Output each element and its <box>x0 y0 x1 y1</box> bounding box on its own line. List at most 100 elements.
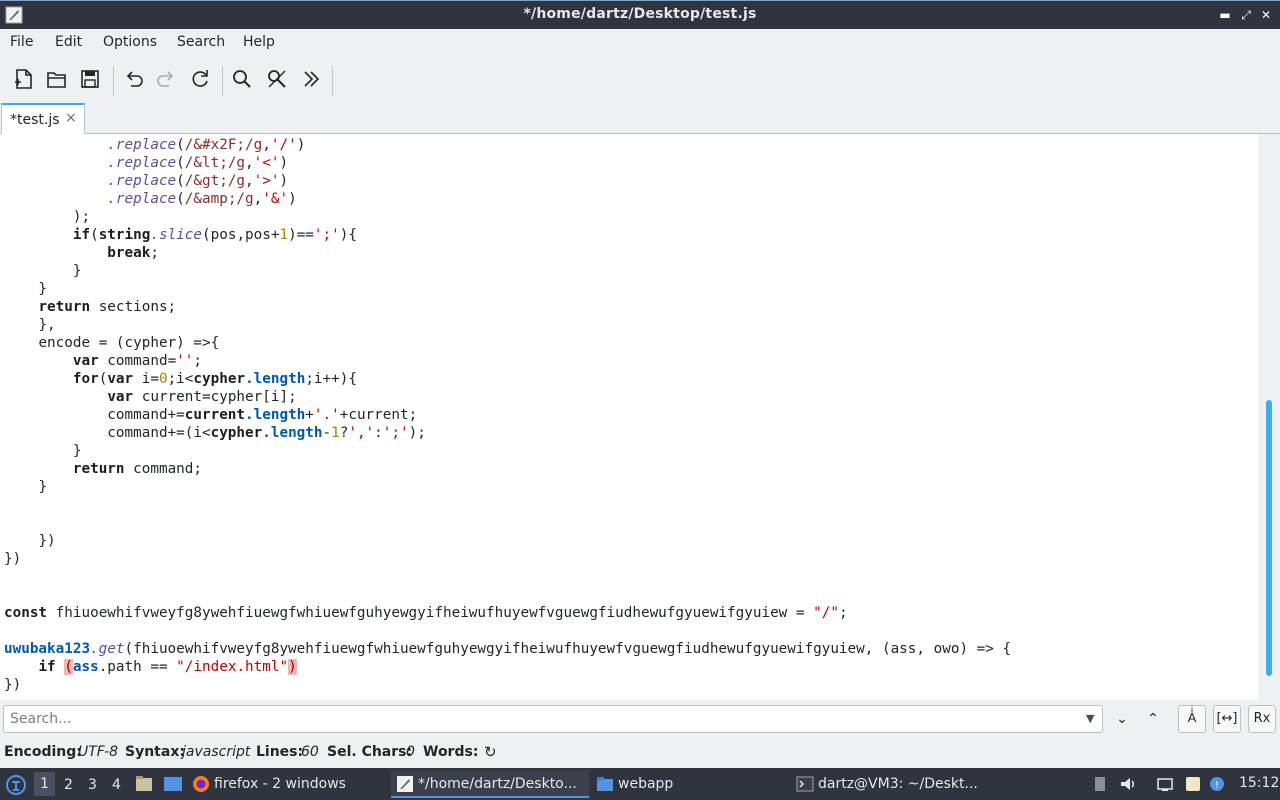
code-line[interactable]: var command=''; <box>4 352 1011 370</box>
find-next-icon[interactable]: ⌄ <box>1110 707 1134 731</box>
code-line[interactable]: .replace(/&lt;/g,'<') <box>4 154 1011 172</box>
tab-label: *test.js <box>10 112 60 128</box>
tab-test-js[interactable]: *test.js × <box>1 103 85 134</box>
workspace-4[interactable]: 4 <box>112 777 121 793</box>
code-line[interactable]: }) <box>4 676 1011 694</box>
replace-icon[interactable] <box>263 65 291 93</box>
minimize-icon[interactable]: ▬ <box>1217 7 1233 23</box>
redo-icon[interactable] <box>153 65 181 93</box>
svg-text:!: ! <box>1215 780 1219 791</box>
code-line[interactable]: if(string.slice(pos,pos+1)==';'){ <box>4 226 1011 244</box>
code-line[interactable]: } <box>4 442 1011 460</box>
menu-file[interactable]: File <box>10 34 33 50</box>
vertical-scrollbar[interactable] <box>1258 134 1280 700</box>
restore-icon[interactable]: ⤢ <box>1238 7 1254 23</box>
updates-tray-icon[interactable]: ! <box>1208 775 1226 793</box>
code-line[interactable]: }) <box>4 550 1011 568</box>
reload-icon[interactable] <box>186 65 214 93</box>
status-bar: Encoding: UTF-8 Syntax: javascript Lines… <box>0 738 1280 766</box>
terminal-icon <box>796 776 814 792</box>
task-label: dartz@VM3: ~/Deskt... <box>818 776 978 792</box>
code-line[interactable]: } <box>4 280 1011 298</box>
clock: 15:12 <box>1239 775 1280 791</box>
refresh-words-icon[interactable]: ↻ <box>484 743 497 761</box>
task-webapp[interactable]: webapp <box>596 770 786 798</box>
code-line[interactable]: .replace(/&#x2F;/g,'/') <box>4 136 1011 154</box>
regex-icon[interactable]: Rx <box>1248 705 1276 733</box>
code-line[interactable]: break; <box>4 244 1011 262</box>
network-icon[interactable] <box>1156 775 1174 793</box>
task-firefox[interactable]: firefox - 2 windows <box>192 770 382 798</box>
code-line[interactable]: encode = (cypher) =>{ <box>4 334 1011 352</box>
app-window: */home/dartz/Desktop/test.js ▬ ⤢ ✕ File … <box>0 0 1280 800</box>
undo-icon[interactable] <box>119 65 147 93</box>
task-terminal[interactable]: dartz@VM3: ~/Deskt... <box>796 770 986 798</box>
task-label: firefox - 2 windows <box>214 776 346 792</box>
code-line[interactable]: var current=cypher[i]; <box>4 388 1011 406</box>
window-title: */home/dartz/Desktop/test.js <box>523 6 757 22</box>
show-desktop-icon[interactable] <box>163 776 183 792</box>
workspace-3[interactable]: 3 <box>88 777 97 793</box>
clipboard-tray-icon[interactable] <box>1091 775 1109 793</box>
code-line[interactable]: } <box>4 262 1011 280</box>
selchars-value: 0 <box>406 744 415 760</box>
save-icon[interactable] <box>76 65 104 93</box>
task-label: */home/dartz/Deskto... <box>418 776 577 792</box>
menu-help[interactable]: Help <box>243 34 275 50</box>
code-line[interactable] <box>4 622 1011 640</box>
volume-icon[interactable] <box>1119 775 1137 793</box>
encoding-value: UTF-8 <box>78 744 119 760</box>
code-line[interactable]: .replace(/&amp;/g,'&') <box>4 190 1011 208</box>
selchars-label: Sel. Chars: <box>327 744 413 760</box>
find-previous-icon[interactable]: ⌃ <box>1141 707 1165 731</box>
new-file-icon[interactable] <box>9 65 37 93</box>
whole-word-icon[interactable]: [↔] <box>1213 705 1241 733</box>
toolbar-separator <box>332 66 333 96</box>
search-bar: ▼ ⌄ ⌃ A͏ͥ [↔] Rx <box>0 700 1280 738</box>
task-featherpad[interactable]: */home/dartz/Deskto... <box>391 770 589 798</box>
close-icon[interactable]: ✕ <box>1258 7 1274 23</box>
toolbar <box>0 57 1280 101</box>
open-file-icon[interactable] <box>43 65 71 93</box>
code-line[interactable]: }) <box>4 532 1011 550</box>
workspace-1[interactable]: 1 <box>34 772 55 796</box>
code-line[interactable]: return sections; <box>4 298 1011 316</box>
code-line[interactable]: }, <box>4 316 1011 334</box>
menu-edit[interactable]: Edit <box>55 34 82 50</box>
match-case-icon[interactable]: A͏ͥ <box>1178 705 1206 733</box>
code-line[interactable] <box>4 568 1011 586</box>
firefox-icon <box>193 776 209 792</box>
code-line[interactable]: command+=current.length+'.'+current; <box>4 406 1011 424</box>
code-line[interactable]: command+=(i<cypher.length-1?',':';'); <box>4 424 1011 442</box>
code-line[interactable] <box>4 586 1011 604</box>
code-line[interactable] <box>4 496 1011 514</box>
workspace-2[interactable]: 2 <box>64 777 73 793</box>
start-menu-icon[interactable] <box>5 774 27 796</box>
code-line[interactable]: return command; <box>4 460 1011 478</box>
code-line[interactable]: ); <box>4 208 1011 226</box>
menu-options[interactable]: Options <box>103 34 157 50</box>
code-text[interactable]: .replace(/&#x2F;/g,'/') .replace(/&lt;/g… <box>4 136 1011 694</box>
search-input[interactable] <box>3 705 1103 733</box>
code-line[interactable]: uwubaka123.get(fhiuoewhifvweyfg8ywehfiue… <box>4 640 1011 658</box>
tab-bar: *test.js × <box>0 101 1280 134</box>
code-line[interactable]: if (ass.path == "/index.html") <box>4 658 1011 676</box>
notes-tray-icon[interactable] <box>1184 775 1202 793</box>
code-line[interactable]: } <box>4 478 1011 496</box>
lines-label: Lines: <box>256 744 304 760</box>
menu-search[interactable]: Search <box>177 34 225 50</box>
folder-icon <box>597 777 613 791</box>
search-history-dropdown-icon[interactable]: ▼ <box>1086 712 1094 725</box>
code-line[interactable]: .replace(/&gt;/g,'>') <box>4 172 1011 190</box>
code-editor[interactable]: .replace(/&#x2F;/g,'/') .replace(/&lt;/g… <box>0 134 1258 700</box>
find-icon[interactable] <box>228 65 256 93</box>
code-line[interactable] <box>4 514 1011 532</box>
scrollbar-thumb[interactable] <box>1266 400 1272 676</box>
tab-close-icon[interactable]: × <box>65 110 77 126</box>
code-line[interactable]: const fhiuoewhifvweyfg8ywehfiuewgfwhiuew… <box>4 604 1011 622</box>
code-line[interactable]: for(var i=0;i<cypher.length;i++){ <box>4 370 1011 388</box>
task-label: webapp <box>618 776 674 792</box>
more-icon[interactable] <box>297 65 325 93</box>
file-manager-icon[interactable] <box>135 776 153 792</box>
taskbar: 1 2 3 4 firefox - 2 windows */home/dartz… <box>0 768 1280 800</box>
